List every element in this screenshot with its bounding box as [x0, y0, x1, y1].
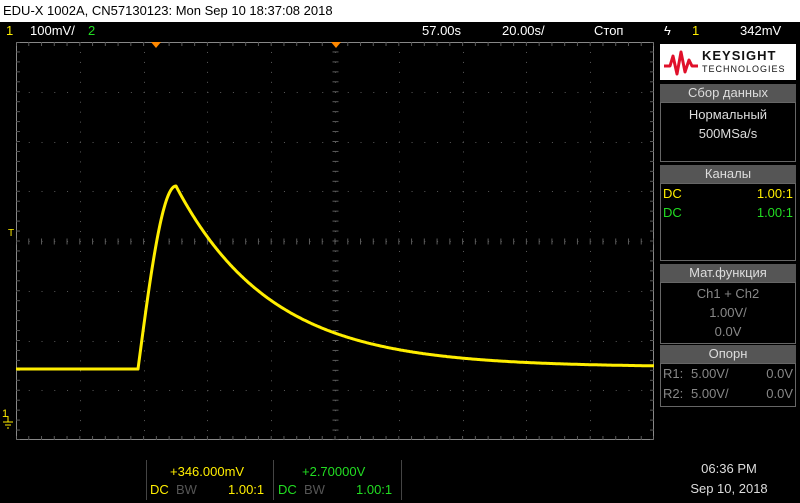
lightning-icon: ϟ: [664, 23, 671, 38]
ch2-probe: 1.00:1: [756, 205, 793, 220]
sample-rate: 500MSa/s: [698, 126, 758, 141]
ch1-probe: 1.00:1: [756, 186, 793, 201]
ch1-bw-limit: BW: [176, 482, 197, 497]
clock-time: 06:36 PM: [701, 461, 757, 476]
r2-scale: 5.00V/: [691, 386, 729, 401]
logo-line2: TECHNOLOGIES: [702, 64, 786, 74]
run-state[interactable]: Стоп: [594, 22, 623, 40]
reference-header[interactable]: Опорн: [660, 345, 796, 363]
r2-offset: 0.0V: [766, 386, 793, 401]
r1-scale: 5.00V/: [691, 366, 729, 381]
r1-name: R1:: [663, 366, 684, 381]
time-position[interactable]: 57.00s: [422, 22, 461, 40]
keysight-logo: KEYSIGHT TECHNOLOGIES: [660, 44, 796, 80]
ch1-number[interactable]: 1: [6, 22, 13, 40]
acquisition-mode: Нормальный: [688, 107, 768, 122]
waveform-display[interactable]: [15, 41, 655, 441]
keysight-wave-icon: [664, 50, 698, 76]
r1-offset: 0.0V: [766, 366, 793, 381]
window-title: EDU-X 1002A, CN57130123: Mon Sep 10 18:3…: [3, 3, 333, 18]
ch1-scale[interactable]: 100mV/: [30, 22, 75, 40]
math-header[interactable]: Мат.функция: [660, 264, 796, 282]
logo-line1: KEYSIGHT: [702, 48, 777, 63]
trigger-level[interactable]: 342mV: [740, 22, 781, 40]
math-offset: 0.0V: [714, 324, 742, 339]
trigger-position-marker[interactable]: [151, 42, 161, 48]
trigger-level-marker: T: [8, 228, 15, 239]
ch2-offset: +2.70000V: [302, 464, 366, 479]
ch1-probe-bottom: 1.00:1: [228, 482, 265, 497]
math-scale: 1.00V/: [709, 305, 747, 320]
time-scale[interactable]: 20.00s/: [502, 22, 545, 40]
ch2-coupling: DC: [663, 205, 682, 220]
ch1-offset: +346.000mV: [170, 464, 245, 479]
ch1-coupling-bottom: DC: [150, 482, 169, 497]
ch2-coupling-bottom: DC: [278, 482, 297, 497]
window-title-bar: EDU-X 1002A, CN57130123: Mon Sep 10 18:3…: [0, 0, 800, 22]
graticule: [15, 41, 655, 441]
status-bar: 1 100mV/ 2 57.00s 20.00s/ Стоп ϟ 1 342mV: [0, 22, 800, 40]
math-expression: Ch1 + Ch2: [696, 286, 760, 301]
trigger-source[interactable]: 1: [692, 22, 699, 40]
r2-name: R2:: [663, 386, 684, 401]
acquisition-header[interactable]: Сбор данных: [660, 84, 796, 102]
ch2-probe-bottom: 1.00:1: [356, 482, 393, 497]
clock-date: Sep 10, 2018: [690, 481, 768, 496]
time-reference-marker[interactable]: [331, 42, 341, 48]
ch2-number[interactable]: 2: [88, 22, 95, 40]
channels-header[interactable]: Каналы: [660, 165, 796, 183]
ch1-coupling: DC: [663, 186, 682, 201]
ch2-bw-limit: BW: [304, 482, 325, 497]
ground-icon: [3, 416, 13, 429]
